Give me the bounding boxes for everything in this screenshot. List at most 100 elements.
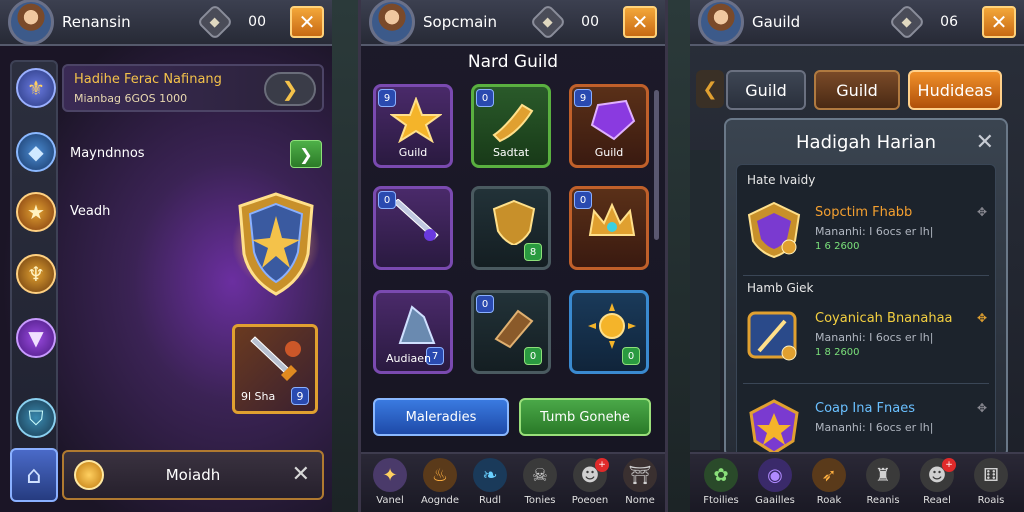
quest-go-button[interactable]: ❯ bbox=[264, 72, 316, 106]
item-tile[interactable]: 8 bbox=[471, 186, 551, 270]
scroll-icon bbox=[494, 309, 534, 349]
nav-item[interactable]: ♜ Reanis bbox=[858, 458, 908, 512]
spear-icon: ➶ bbox=[812, 458, 846, 492]
notification-badge: + bbox=[595, 458, 609, 472]
chevron-right-icon[interactable]: ❯ bbox=[290, 140, 322, 168]
item-tile[interactable]: 0 bbox=[569, 290, 649, 374]
nav-item[interactable]: ☠ Tonies bbox=[515, 458, 565, 512]
daily-dialog: Hadigah Harian ✕ Hate Ivaidy Sopctim Fha… bbox=[724, 118, 1008, 458]
divider bbox=[743, 275, 989, 276]
entry-desc: Mananhi: I 6ocs er lh| bbox=[815, 331, 934, 344]
bottom-action-label: Moiadh bbox=[165, 466, 221, 484]
crystal-icon bbox=[398, 305, 436, 344]
item-tile[interactable]: 0 bbox=[569, 186, 649, 270]
close-button[interactable]: ✕ bbox=[623, 6, 657, 38]
close-button[interactable]: ✕ bbox=[982, 6, 1016, 38]
close-icon[interactable]: ✕ bbox=[976, 130, 994, 155]
item-card-label: 9l Sha bbox=[241, 390, 276, 403]
item-tile[interactable]: 9 Guild bbox=[373, 84, 453, 168]
avatar[interactable] bbox=[698, 0, 744, 45]
tab-rewards[interactable]: Hudideas bbox=[908, 70, 1002, 110]
gap-divider bbox=[668, 0, 690, 512]
top-bar: Gauild ◆ 06 ✕ bbox=[690, 0, 1024, 46]
materials-button[interactable]: Maleradies bbox=[373, 398, 509, 436]
nav-item[interactable]: ⛩ Nome bbox=[615, 458, 665, 512]
shield-small-icon[interactable]: ⛉ bbox=[16, 398, 56, 438]
item-tile[interactable]: 9 Guild bbox=[569, 84, 649, 168]
game-screen: Renansin ◆ 00 ✕ ⚜ ◆ ★ ♆ ▼ ⛉ Hadihe Ferac… bbox=[0, 0, 1024, 512]
horn-icon[interactable]: ♆ bbox=[16, 254, 56, 294]
guild-shield-icon bbox=[232, 192, 320, 296]
bottom-nav: ✿ Ftoilies ◉ Gaailles ➶ Roak ♜ Reanis ☻ + Reae… bbox=[690, 452, 1024, 512]
resource-count: 00 bbox=[581, 14, 599, 30]
avatar[interactable] bbox=[369, 0, 415, 45]
item-tile[interactable]: 7 Audiaen bbox=[373, 290, 453, 374]
divider bbox=[743, 383, 989, 384]
home-icon[interactable]: ⌂ bbox=[10, 448, 58, 502]
emblem-icon[interactable]: ⚜ bbox=[16, 68, 56, 108]
pin-icon[interactable]: ✥ bbox=[977, 401, 987, 415]
item-tile[interactable]: 0 bbox=[373, 186, 453, 270]
item-tile[interactable]: 0 Sadtat bbox=[471, 84, 551, 168]
bow-icon bbox=[747, 311, 797, 361]
entry-reward: 1 8 2600 bbox=[815, 347, 860, 358]
player-name: Sopcmain bbox=[423, 13, 497, 31]
dagger-icon bbox=[250, 336, 301, 381]
leaf-icon: ✿ bbox=[704, 458, 738, 492]
tile-label: Guild bbox=[398, 146, 428, 159]
nav-item[interactable]: ☻ + Poeoen bbox=[565, 458, 615, 512]
resource-count: 00 bbox=[248, 14, 266, 30]
entry-desc: Mananhi: I 6ocs er lh| bbox=[815, 421, 934, 434]
dice-icon: ⚅ bbox=[974, 458, 1008, 492]
resource-count: 06 bbox=[940, 14, 958, 30]
bottom-action-bar[interactable]: Moiadh ✕ bbox=[62, 450, 324, 500]
entry-title: Coyanicah Bnanahaa bbox=[815, 311, 953, 326]
chevron-left-icon[interactable]: ❮ bbox=[696, 70, 724, 108]
dialog-title: Hadigah Harian bbox=[796, 132, 936, 153]
rail-label-second: Veadh bbox=[70, 204, 111, 219]
list-item[interactable]: Coap Ina Fnaes Mananhi: I 6ocs er lh| ✥ bbox=[737, 391, 995, 461]
scrollbar[interactable] bbox=[654, 90, 659, 240]
nav-item[interactable]: ➶ Roak bbox=[804, 458, 854, 512]
crest-icon bbox=[747, 201, 801, 259]
tab-guild-2[interactable]: Guild bbox=[814, 70, 900, 110]
pin-icon[interactable]: ✥ bbox=[977, 311, 987, 325]
item-tile[interactable]: 0 0 bbox=[471, 290, 551, 374]
pin-icon[interactable]: ✥ bbox=[977, 205, 987, 219]
gate-icon: ⛩ bbox=[623, 458, 657, 492]
nav-item[interactable]: ◉ Gaailles bbox=[750, 458, 800, 512]
orb-icon: ◉ bbox=[758, 458, 792, 492]
gem-icon bbox=[590, 99, 636, 141]
nav-item[interactable]: ⚅ Roais bbox=[966, 458, 1016, 512]
entry-reward: 1 6 2600 bbox=[815, 241, 860, 252]
tile-badge: 0 bbox=[476, 295, 494, 313]
list-item[interactable]: Coyanicah Bnanahaa Mananhi: I 6ocs er lh… bbox=[737, 301, 995, 371]
panel-guild-items: Sopcmain ◆ 00 ✕ Nard Guild 9 Guild 0 Sad… bbox=[358, 0, 668, 512]
star-icon[interactable]: ★ bbox=[16, 192, 56, 232]
nav-item[interactable]: ✿ Ftoilies bbox=[696, 458, 746, 512]
close-button[interactable]: ✕ bbox=[290, 6, 324, 38]
nav-item[interactable]: ❧ Rudl bbox=[465, 458, 515, 512]
nav-item[interactable]: ♨ Aognde bbox=[415, 458, 465, 512]
tile-badge: 0 bbox=[378, 191, 396, 209]
nav-item[interactable]: ✦ Vanel bbox=[365, 458, 415, 512]
section-header: Hate Ivaidy bbox=[747, 173, 816, 187]
list-item[interactable]: Sopctim Fhabb Mananhi: I 6ocs er lh| 1 6… bbox=[737, 195, 995, 265]
item-card-number: 9 bbox=[291, 387, 309, 405]
player-name: Gauild bbox=[752, 13, 801, 31]
item-card[interactable]: 9l Sha 9 bbox=[232, 324, 318, 414]
avatar[interactable] bbox=[8, 0, 54, 45]
quest-banner[interactable]: Hadihe Ferac Nafinang Mianbag 6GOS 1000 … bbox=[62, 64, 324, 112]
banner-icon[interactable]: ▼ bbox=[16, 318, 56, 358]
resource-icon: ◆ bbox=[888, 3, 926, 41]
tile-label: Guild bbox=[594, 146, 624, 159]
tile-badge: 0 bbox=[574, 191, 592, 209]
panel-guild-overview: Renansin ◆ 00 ✕ ⚜ ◆ ★ ♆ ▼ ⛉ Hadihe Ferac… bbox=[0, 0, 332, 512]
crystal-icon[interactable]: ◆ bbox=[16, 132, 56, 172]
tile-count: 8 bbox=[524, 243, 542, 261]
nav-item[interactable]: ☻ + Reael bbox=[912, 458, 962, 512]
resource-icon: ◆ bbox=[196, 3, 234, 41]
close-icon[interactable]: ✕ bbox=[292, 462, 310, 487]
confirm-button[interactable]: Tumb Gonehe bbox=[519, 398, 651, 436]
tab-guild[interactable]: Guild bbox=[726, 70, 806, 110]
